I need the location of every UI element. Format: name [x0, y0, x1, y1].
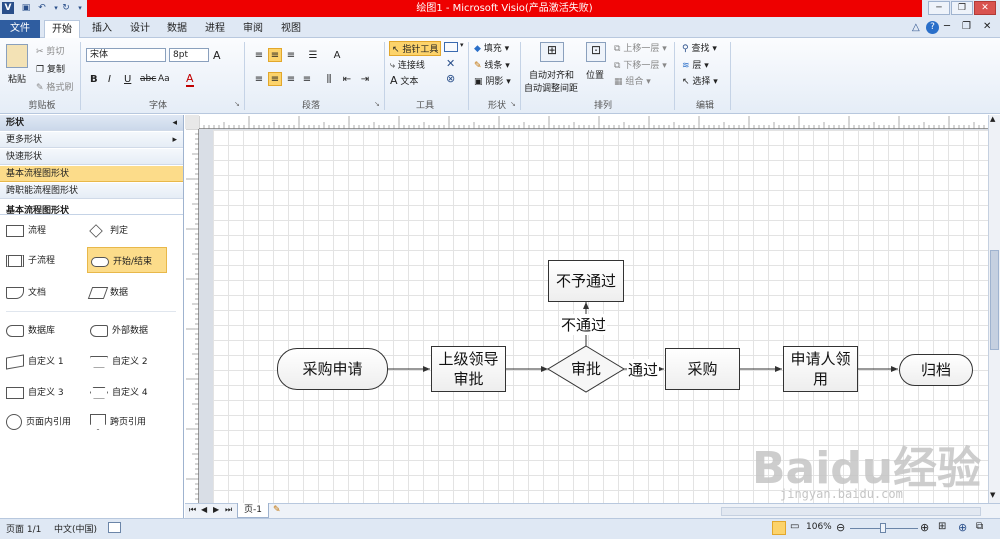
fit-page-icon[interactable]: ⊞	[938, 521, 946, 532]
page-indicator[interactable]: 页面 1/1	[6, 522, 41, 535]
presentation-icon[interactable]: ▭	[790, 521, 799, 532]
prev-page-icon[interactable]: ◀	[201, 505, 207, 514]
insert-page-icon[interactable]: ✎	[273, 505, 281, 515]
node-decision-label: 审批	[570, 360, 601, 378]
edge-label-pass: 通过	[627, 359, 660, 380]
page-tabs-bar: ⏮ ◀ ▶ ⏭ 页-1 ✎	[185, 503, 1000, 518]
zoom-in-icon[interactable]: ⊕	[920, 521, 929, 534]
zoom-slider-thumb[interactable]	[880, 523, 886, 533]
switch-windows-icon[interactable]: ⧉	[976, 521, 983, 532]
node-archive[interactable]: 归档	[899, 354, 973, 386]
node-rejected[interactable]: 不予通过	[548, 260, 624, 302]
last-page-icon[interactable]: ⏭	[225, 505, 232, 515]
language-indicator[interactable]: 中文(中国)	[54, 522, 97, 535]
node-purchase[interactable]: 采购	[665, 348, 740, 390]
vertical-scrollbar[interactable]: ▲ ▼	[988, 115, 1000, 503]
edge-label-not-pass: 不通过	[560, 314, 608, 335]
tab-page-1[interactable]: 页-1	[237, 503, 269, 518]
macro-record-icon[interactable]	[108, 522, 121, 533]
zoom-out-icon[interactable]: ⊖	[836, 521, 845, 534]
horizontal-scrollbar[interactable]	[721, 507, 981, 516]
node-purchase-request[interactable]: 采购申请	[277, 348, 388, 390]
scroll-down-icon[interactable]: ▼	[990, 491, 995, 499]
node-applicant-receive[interactable]: 申请人领用	[783, 346, 858, 392]
status-bar: 页面 1/1 中文(中国) ▭ 106% ⊖ ⊕ ⊞ ⊕ ⧉	[0, 518, 1000, 539]
zoom-level[interactable]: 106%	[806, 522, 832, 532]
first-page-icon[interactable]: ⏮	[189, 505, 196, 515]
baidu-watermark-url: jingyan.baidu.com	[780, 487, 903, 501]
next-page-icon[interactable]: ▶	[213, 505, 219, 514]
pan-zoom-icon[interactable]: ⊕	[958, 521, 967, 534]
scroll-up-icon[interactable]: ▲	[990, 115, 995, 123]
full-screen-icon[interactable]	[772, 521, 786, 535]
node-leader-approval[interactable]: 上级领导审批	[431, 346, 506, 392]
scrollbar-thumb[interactable]	[990, 250, 999, 350]
